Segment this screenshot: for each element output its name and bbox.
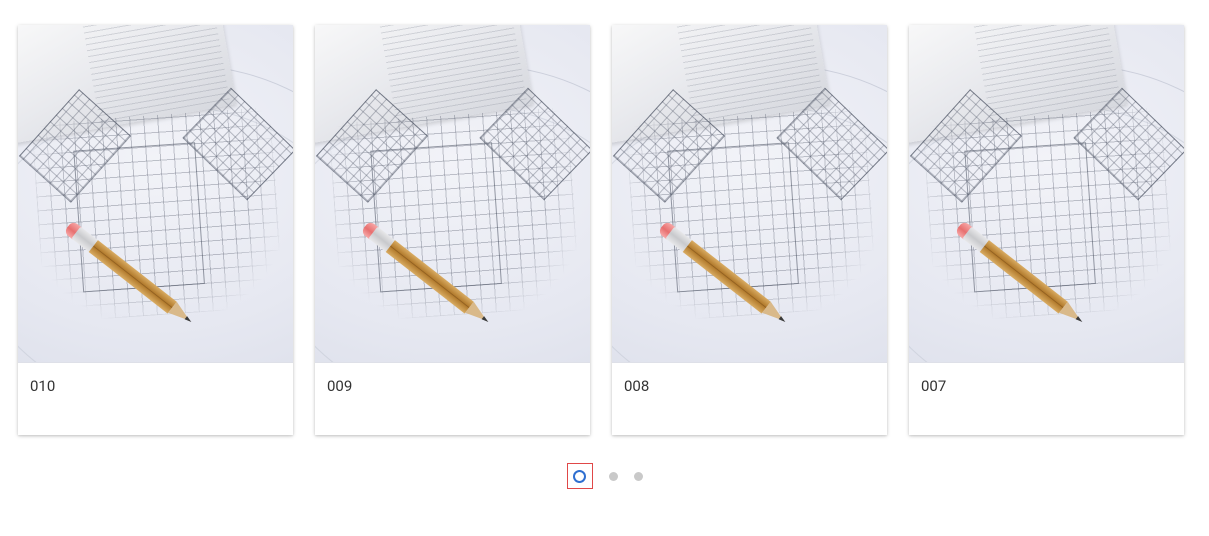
card-caption: 009 <box>315 363 590 435</box>
card-row: 010 009 <box>18 25 1191 435</box>
page-dot-active[interactable] <box>567 463 593 489</box>
page-dot[interactable] <box>634 472 643 481</box>
card-thumbnail <box>612 25 887 363</box>
active-ring-icon <box>573 470 586 483</box>
card-thumbnail <box>909 25 1184 363</box>
card-thumbnail <box>18 25 293 363</box>
pagination <box>18 463 1191 489</box>
card-caption: 007 <box>909 363 1184 435</box>
card-caption: 008 <box>612 363 887 435</box>
page-dot[interactable] <box>609 472 618 481</box>
gallery-card[interactable]: 008 <box>612 25 887 435</box>
card-caption: 010 <box>18 363 293 435</box>
gallery-card[interactable]: 010 <box>18 25 293 435</box>
card-thumbnail <box>315 25 590 363</box>
gallery-card[interactable]: 009 <box>315 25 590 435</box>
image-carousel: 010 009 <box>0 0 1209 489</box>
gallery-card[interactable]: 007 <box>909 25 1184 435</box>
